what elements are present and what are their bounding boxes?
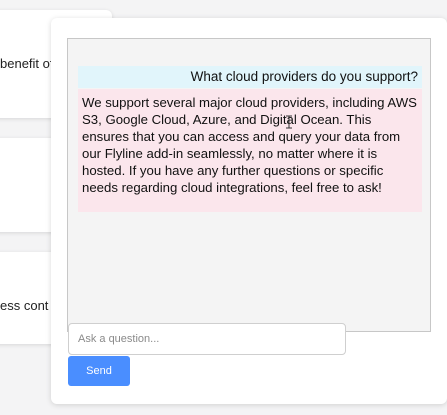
user-message: What cloud providers do you support?	[78, 66, 422, 88]
send-button[interactable]: Send	[68, 356, 130, 386]
background-card-text: benefit of	[0, 56, 54, 71]
chat-panel: What cloud providers do you support? We …	[51, 18, 447, 404]
assistant-message: We support several major cloud providers…	[78, 89, 422, 212]
text-cursor-icon	[286, 115, 292, 129]
background-card-text: ess cont	[0, 298, 49, 313]
message-list[interactable]: What cloud providers do you support? We …	[67, 38, 431, 332]
question-input[interactable]	[68, 323, 346, 355]
